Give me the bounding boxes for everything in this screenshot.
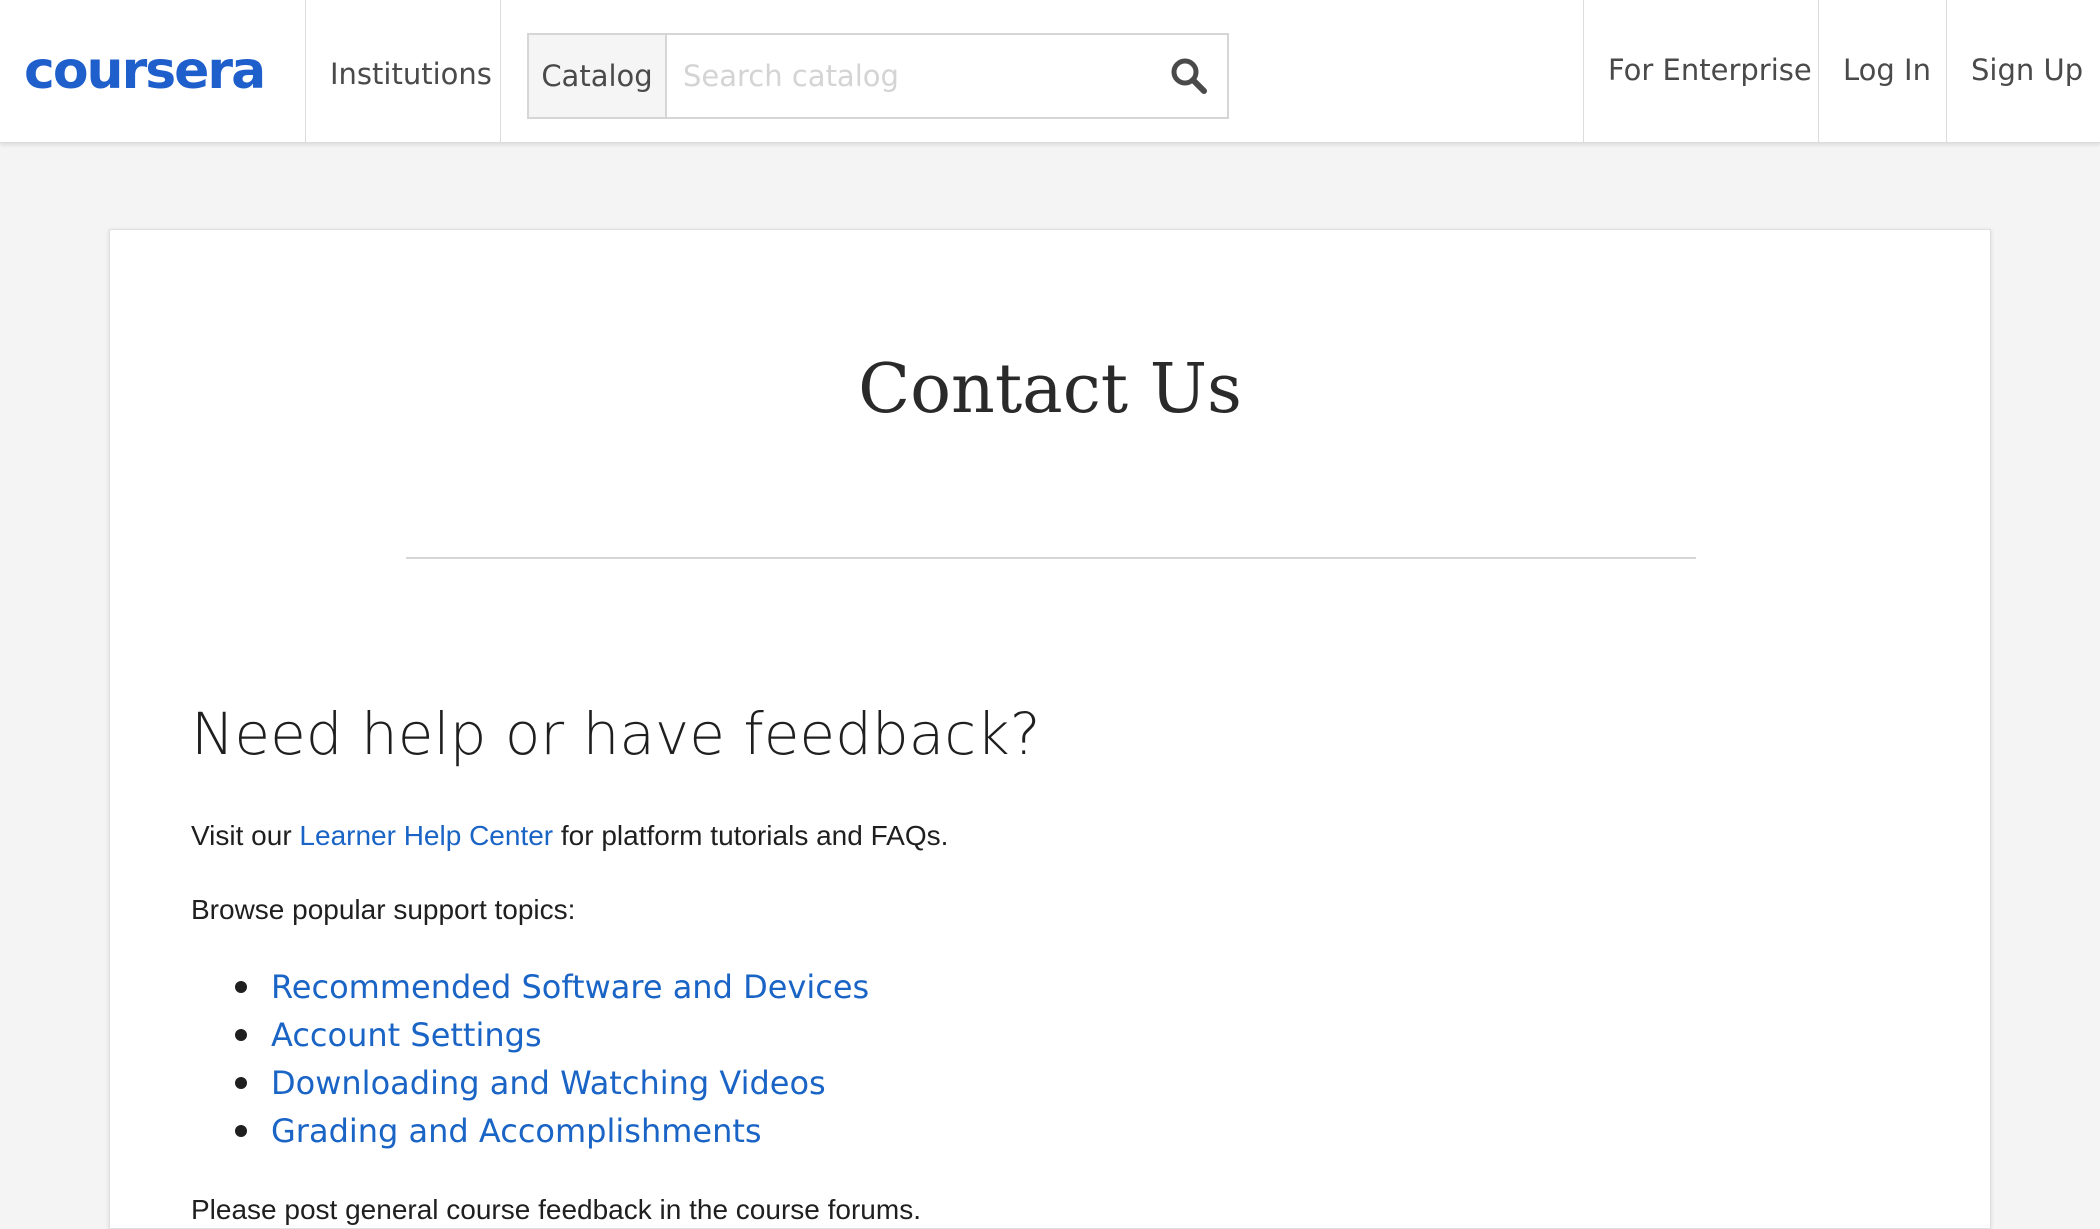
nav-separator bbox=[305, 0, 306, 142]
signup-link[interactable]: Sign Up bbox=[1971, 53, 2083, 87]
institutions-link[interactable]: Institutions bbox=[330, 57, 492, 91]
catalog-button-label: Catalog bbox=[541, 59, 653, 93]
login-link[interactable]: Log In bbox=[1843, 53, 1931, 87]
list-item: Grading and Accomplishments bbox=[191, 1107, 869, 1155]
bullet-icon bbox=[235, 1077, 247, 1089]
topic-link-account-settings[interactable]: Account Settings bbox=[271, 1016, 542, 1054]
nav-separator bbox=[1946, 0, 1947, 142]
support-topics-list: Recommended Software and Devices Account… bbox=[191, 963, 869, 1155]
search-input[interactable] bbox=[667, 35, 1151, 117]
coursera-logo[interactable]: coursera bbox=[24, 38, 266, 104]
search-icon bbox=[1171, 58, 1207, 94]
browse-topics-text: Browse popular support topics: bbox=[191, 894, 576, 925]
bullet-icon bbox=[235, 981, 247, 993]
contact-card: Contact Us Need help or have feedback? V… bbox=[109, 229, 1991, 1229]
page-title: Contact Us bbox=[858, 350, 1242, 429]
nav-separator bbox=[1818, 0, 1819, 142]
nav-separator bbox=[500, 0, 501, 142]
list-item: Downloading and Watching Videos bbox=[191, 1059, 869, 1107]
nav-separator bbox=[1583, 0, 1584, 142]
bullet-icon bbox=[235, 1125, 247, 1137]
bullet-icon bbox=[235, 1029, 247, 1041]
topic-link-videos[interactable]: Downloading and Watching Videos bbox=[271, 1064, 826, 1102]
course-forum-feedback-text: Please post general course feedback in t… bbox=[191, 1194, 921, 1225]
help-heading: Need help or have feedback? bbox=[191, 700, 1041, 768]
list-item: Recommended Software and Devices bbox=[191, 963, 869, 1011]
learner-help-center-link[interactable]: Learner Help Center bbox=[299, 820, 553, 851]
top-navbar: coursera Institutions Catalog For Enterp… bbox=[0, 0, 2100, 143]
topic-link-grading[interactable]: Grading and Accomplishments bbox=[271, 1112, 762, 1150]
topic-link-software-devices[interactable]: Recommended Software and Devices bbox=[271, 968, 869, 1006]
list-item: Account Settings bbox=[191, 1011, 869, 1059]
title-divider bbox=[406, 557, 1696, 559]
catalog-button[interactable]: Catalog bbox=[529, 35, 667, 117]
for-enterprise-link[interactable]: For Enterprise bbox=[1608, 53, 1812, 87]
visit-help-paragraph: Visit our Learner Help Center for platfo… bbox=[191, 820, 948, 852]
visit-suffix-text: for platform tutorials and FAQs. bbox=[553, 820, 949, 851]
catalog-search-bar: Catalog bbox=[527, 33, 1229, 119]
visit-prefix-text: Visit our bbox=[191, 820, 300, 851]
search-button[interactable] bbox=[1151, 35, 1227, 117]
